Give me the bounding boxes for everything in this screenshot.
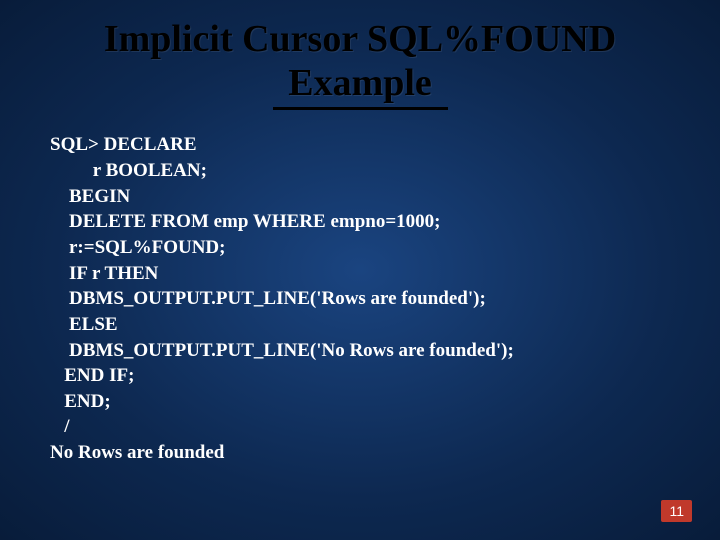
- slide-container: Implicit Cursor SQL%FOUND Example SQL> D…: [0, 0, 720, 540]
- title-line-1: Implicit Cursor SQL%FOUND: [104, 18, 616, 60]
- title-underline: [273, 107, 448, 110]
- page-number: 11: [661, 500, 692, 522]
- code-block: SQL> DECLARE r BOOLEAN; BEGIN DELETE FRO…: [50, 132, 670, 465]
- title-line-2: Example: [288, 62, 432, 104]
- slide-title: Implicit Cursor SQL%FOUND Example: [50, 18, 670, 105]
